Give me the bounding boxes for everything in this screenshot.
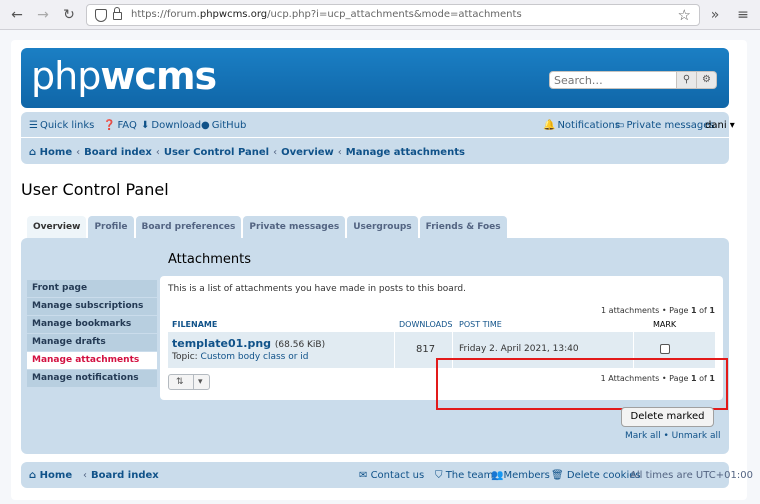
navbar: ☰ Quick links ❓ FAQ ⬇ Download ● GitHub 🔔 Not… <box>21 112 735 164</box>
members-link[interactable]: 👥Members <box>491 470 550 481</box>
back-arrow-icon[interactable]: ← <box>8 6 26 24</box>
advanced-search-gear-icon[interactable]: ⚙ <box>697 71 717 89</box>
mark-checkbox[interactable] <box>660 344 670 354</box>
shield-icon: ⛉ <box>435 470 443 481</box>
attachment-downloads: 817 <box>416 344 436 355</box>
breadcrumb-ucp[interactable]: User Control Panel <box>164 147 269 158</box>
the-team-link[interactable]: ⛉ The team <box>435 470 493 481</box>
navbar-links: ☰ Quick links ❓ FAQ ⬇ Download ● GitHub 🔔 Not… <box>21 112 735 138</box>
home-icon: ⌂ <box>29 470 37 481</box>
delete-cookies-link[interactable]: 🗑 Delete cookies <box>551 470 641 481</box>
column-header-downloads[interactable]: DOWNLOADS <box>399 320 452 329</box>
inbox-icon: ▭ <box>615 120 625 131</box>
overflow-chevron-icon[interactable]: » <box>706 6 724 24</box>
site-footer: ⌂ Home ‹ Board index ✉ Contact us ⛉ The … <box>21 462 753 488</box>
sidebar-item-manage-subscriptions[interactable]: Manage subscriptions <box>27 298 157 315</box>
tab-usergroups[interactable]: Usergroups <box>347 216 418 238</box>
notifications-link[interactable]: 🔔 Notifications <box>543 120 620 131</box>
quick-links-button[interactable]: ☰ Quick links <box>29 120 94 131</box>
envelope-icon: ✉ <box>359 470 368 481</box>
search-icon[interactable]: ⚲ <box>677 71 697 89</box>
menu-hamburger-icon[interactable]: ≡ <box>734 6 752 24</box>
sidebar-item-manage-drafts[interactable]: Manage drafts <box>27 334 157 351</box>
github-link[interactable]: ● GitHub <box>201 120 246 131</box>
user-menu[interactable]: dani ▾ <box>705 120 735 131</box>
pagination-top: 1 attachments • Page 1 of 1 <box>601 306 715 315</box>
site-header: phpwcms ⚲ ⚙ <box>21 48 729 108</box>
url-text[interactable]: https://forum.phpwcms.org/ucp.php?i=ucp_… <box>131 9 522 20</box>
sidebar-item-manage-notifications[interactable]: Manage notifications <box>27 370 157 387</box>
mark-links: Mark all • Unmark all <box>625 431 721 441</box>
footer-board-index-link[interactable]: Board index <box>91 470 159 481</box>
download-icon: ⬇ <box>141 120 150 131</box>
tab-friends-foes[interactable]: Friends & Foes <box>419 216 507 238</box>
users-icon: 👥 <box>491 470 504 481</box>
attachment-post-time: Friday 2. April 2021, 13:40 <box>459 344 579 354</box>
page-title: User Control Panel <box>21 180 169 199</box>
column-header-mark: MARK <box>653 320 677 329</box>
tab-board-preferences[interactable]: Board preferences <box>135 216 242 238</box>
delete-marked-button[interactable]: Delete marked <box>621 407 714 427</box>
attachments-heading: Attachments <box>168 252 251 267</box>
bell-icon: 🔔 <box>543 120 556 131</box>
forward-arrow-icon[interactable]: → <box>34 6 52 24</box>
tab-overview[interactable]: Overview <box>27 216 87 239</box>
search-input[interactable] <box>549 71 677 89</box>
site-logo[interactable]: phpwcms <box>31 54 217 98</box>
ucp-tabs: Overview Profile Board preferences Priva… <box>27 216 509 239</box>
trash-icon: 🗑 <box>551 470 564 481</box>
question-icon: ❓ <box>103 120 116 131</box>
unmark-all-link[interactable]: Unmark all <box>672 431 721 441</box>
address-bar[interactable]: https://forum.phpwcms.org/ucp.php?i=ucp_… <box>86 4 700 26</box>
contact-us-link[interactable]: ✉ Contact us <box>359 470 424 481</box>
browser-toolbar: ← → ↻ https://forum.phpwcms.org/ucp.php?… <box>0 0 760 30</box>
shield-icon[interactable] <box>95 9 107 22</box>
private-messages-link[interactable]: ▭ Private messages <box>615 120 715 131</box>
breadcrumb-overview[interactable]: Overview <box>281 147 334 158</box>
home-icon: ⌂ <box>29 147 37 158</box>
breadcrumb-manage-attachments[interactable]: Manage attachments <box>346 147 465 158</box>
download-link[interactable]: ⬇ Download <box>141 120 201 131</box>
sidebar-item-manage-attachments[interactable]: Manage attachments <box>27 352 157 369</box>
breadcrumb: ⌂ Home ‹ Board index ‹ User Control Panel ‹ Ov… <box>29 147 465 158</box>
breadcrumb-board-index[interactable]: Board index <box>84 147 152 158</box>
attachment-topic: Topic: Custom body class or id <box>172 352 309 362</box>
chevron-down-icon: ▾ <box>193 375 203 389</box>
tab-profile[interactable]: Profile <box>88 216 134 238</box>
highlight-box <box>436 358 728 410</box>
attachments-intro: This is a list of attachments you have m… <box>168 284 466 294</box>
column-header-post-time[interactable]: POST TIME <box>459 320 502 329</box>
footer-sep: ‹ <box>83 470 87 481</box>
lock-icon[interactable] <box>113 7 122 20</box>
sort-icon: ⇅ <box>176 377 184 387</box>
bookmark-star-icon[interactable]: ☆ <box>678 6 691 24</box>
attachment-filename[interactable]: template01.png (68.56 KiB) <box>172 337 325 350</box>
column-header-filename[interactable]: FILENAME <box>172 320 217 329</box>
breadcrumb-home[interactable]: Home <box>40 147 72 158</box>
reload-icon[interactable]: ↻ <box>60 6 78 24</box>
timezone-note: All times are UTC+01:00 <box>630 470 753 481</box>
footer-home-link[interactable]: ⌂ Home <box>29 470 72 481</box>
ucp-sidebar: Front page Manage subscriptions Manage b… <box>27 280 157 388</box>
attachment-topic-link[interactable]: Custom body class or id <box>201 352 309 362</box>
cell-divider <box>394 332 395 368</box>
hamburger-icon: ☰ <box>29 120 38 131</box>
sort-options-button[interactable]: ⇅ ▾ <box>168 374 210 390</box>
sidebar-item-manage-bookmarks[interactable]: Manage bookmarks <box>27 316 157 333</box>
search-box: ⚲ ⚙ <box>549 71 717 89</box>
sidebar-item-front-page[interactable]: Front page <box>27 280 157 297</box>
mark-all-link[interactable]: Mark all <box>625 431 661 441</box>
github-icon: ● <box>201 120 210 131</box>
faq-link[interactable]: ❓ FAQ <box>103 120 137 131</box>
tab-private-messages[interactable]: Private messages <box>243 216 346 238</box>
